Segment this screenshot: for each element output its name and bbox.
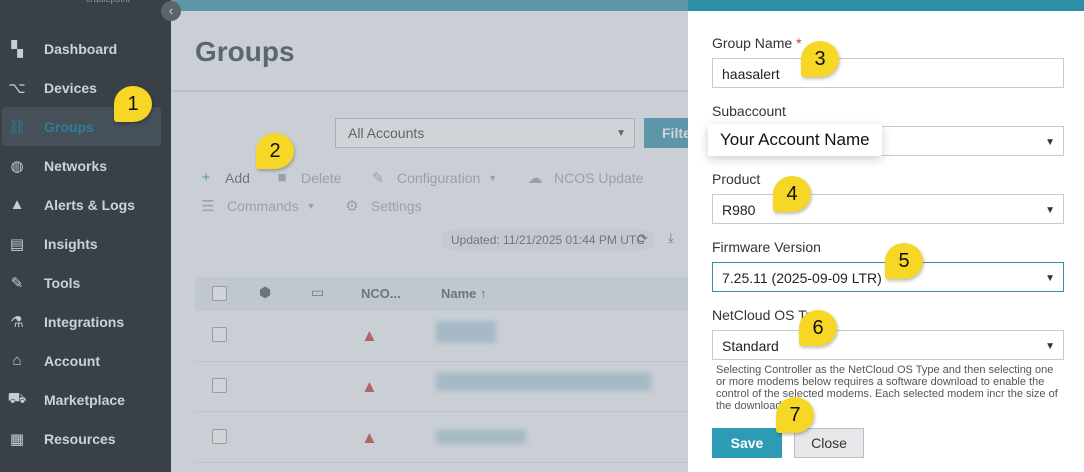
os-type-label: NetCloud OS Ty: [712, 307, 813, 323]
groups-icon: ⛓: [7, 118, 27, 136]
close-button[interactable]: Close: [794, 428, 864, 458]
sidebar-item-account[interactable]: ⌂ Account: [0, 341, 171, 380]
group-name-value: haasalert: [722, 66, 780, 82]
firmware-value: 7.25.11 (2025-09-09 LTR): [722, 270, 882, 286]
group-name-label-text: Group Name: [712, 35, 793, 51]
step-callout-1: 1: [114, 86, 152, 122]
sidebar-item-alerts-logs[interactable]: ▲ Alerts & Logs: [0, 185, 171, 224]
firmware-label: Firmware Version: [712, 239, 821, 255]
router-icon: ⌥: [8, 79, 26, 97]
sidebar-item-tools[interactable]: ✎ Tools: [0, 263, 171, 302]
save-button[interactable]: Save: [712, 428, 782, 458]
step-callout-3: 3: [801, 41, 839, 77]
os-type-select[interactable]: Standard ▼: [712, 330, 1064, 360]
step-callout-7: 7: [776, 397, 814, 433]
group-name-label: Group Name *: [712, 35, 802, 51]
sidebar-item-label: Account: [44, 352, 100, 369]
product-label: Product: [712, 171, 761, 187]
document-icon: ▤: [9, 235, 25, 253]
cart-icon: ⛟: [7, 390, 27, 407]
bank-icon: ⌂: [12, 352, 22, 369]
dashboard-icon: ▚: [11, 40, 23, 58]
brand-logo: cradlepoint: [86, 0, 130, 4]
sidebar-item-label: Devices: [44, 79, 97, 96]
step-callout-2: 2: [256, 133, 294, 169]
sidebar-item-label: Alerts & Logs: [44, 196, 136, 213]
flask-icon: ⚗: [10, 313, 24, 331]
chevron-left-icon: ‹: [168, 3, 174, 18]
sidebar-item-dashboard[interactable]: ▚ Dashboard: [0, 29, 171, 68]
product-select[interactable]: R980 ▼: [712, 194, 1064, 224]
sidebar-item-label: Tools: [44, 274, 81, 291]
step-callout-4: 4: [773, 176, 811, 212]
os-type-value: Standard: [722, 338, 779, 354]
sidebar-item-label: Marketplace: [44, 391, 125, 408]
sidebar-item-label: Groups: [44, 118, 94, 135]
subaccount-selected-value: Your Account Name: [708, 124, 882, 156]
sidebar-item-label: Dashboard: [44, 40, 118, 57]
chevron-down-icon: ▼: [1045, 205, 1055, 216]
sidebar-item-label: Insights: [44, 235, 98, 252]
sidebar-item-label: Networks: [44, 157, 108, 174]
sidebar-item-integrations[interactable]: ⚗ Integrations: [0, 302, 171, 341]
sidebar: cradlepoint ▚ Dashboard ⌥ Devices ⛓ Grou…: [0, 0, 171, 472]
sidebar-item-resources[interactable]: ▦ Resources: [0, 419, 171, 458]
warning-icon: ▲: [9, 196, 25, 213]
step-callout-6: 6: [799, 310, 837, 346]
sidebar-item-networks[interactable]: ◍ Networks: [0, 146, 171, 185]
sidebar-item-insights[interactable]: ▤ Insights: [0, 224, 171, 263]
subaccount-label: Subaccount: [712, 103, 786, 119]
chevron-down-icon: ▼: [1045, 273, 1055, 284]
chevron-down-icon: ▼: [1045, 137, 1055, 148]
wrench-icon: ✎: [10, 274, 24, 292]
sidebar-collapse-button[interactable]: ‹: [161, 1, 181, 21]
chevron-down-icon: ▼: [1045, 341, 1055, 352]
help-text: Selecting Controller as the NetCloud OS …: [716, 364, 1058, 412]
add-group-panel: Group Name * haasalert Subaccount ▼ Your …: [688, 0, 1084, 472]
required-mark: *: [796, 35, 802, 51]
clipboard-icon: ▦: [9, 430, 25, 448]
sidebar-item-marketplace[interactable]: ⛟ Marketplace: [0, 380, 171, 419]
product-value: R980: [722, 202, 756, 218]
panel-top-bar: [688, 0, 1084, 11]
sidebar-item-label: Resources: [44, 430, 116, 447]
sidebar-item-label: Integrations: [44, 313, 125, 330]
group-name-input[interactable]: haasalert: [712, 58, 1064, 88]
step-callout-5: 5: [885, 243, 923, 279]
globe-icon: ◍: [10, 157, 24, 175]
